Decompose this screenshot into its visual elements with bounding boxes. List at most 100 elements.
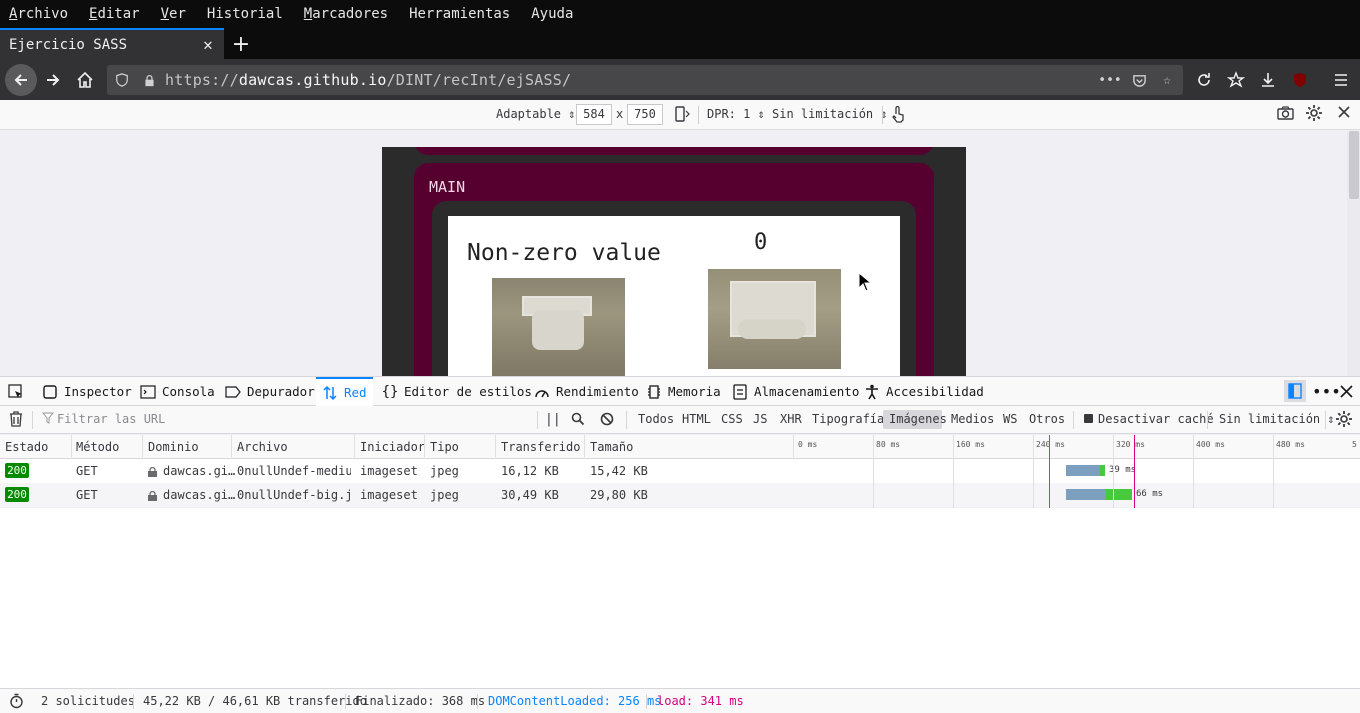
load-marker: [1134, 435, 1135, 508]
dpr-selector[interactable]: DPR: 1 ⇕: [707, 107, 765, 121]
arrow-left-icon: [14, 74, 27, 86]
page-frame: MAIN Non-zero value 0: [382, 147, 966, 376]
col-status[interactable]: Estado: [5, 440, 48, 454]
network-throttle-selector[interactable]: Sin limitación ⇕: [1219, 412, 1335, 426]
more-icon[interactable]: •••: [1098, 71, 1121, 89]
menu-herramientas[interactable]: Herramientas: [409, 6, 510, 22]
filter-type-media[interactable]: Medios: [951, 412, 994, 426]
url-bar[interactable]: https://dawcas.github.io/DINT/recInt/ejS…: [107, 65, 1183, 95]
toilet-paper-photo-full: [492, 278, 625, 376]
col-method[interactable]: Método: [76, 440, 119, 454]
picker-icon: [8, 383, 24, 400]
menu-bar: Archivo Editar Ver Historial Marcadores …: [0, 0, 1360, 28]
gear-icon[interactable]: [1305, 104, 1323, 125]
disable-cache-checkbox[interactable]: [1084, 414, 1093, 423]
tab-inspector[interactable]: Inspector: [42, 377, 132, 406]
reload-icon: [1198, 73, 1210, 86]
more-options-icon[interactable]: •••: [1312, 377, 1341, 406]
filter-urls-input[interactable]: Filtrar las URL: [57, 412, 165, 426]
col-size[interactable]: Tamaño: [590, 440, 633, 454]
network-settings-gear-icon[interactable]: [1335, 410, 1353, 431]
menu-historial[interactable]: Historial: [207, 6, 283, 22]
menu-marcadores[interactable]: Marcadores: [304, 6, 388, 22]
close-devtools-icon[interactable]: [1340, 377, 1353, 406]
menu-ver[interactable]: Ver: [161, 6, 186, 22]
viewport-scrollbar[interactable]: [1347, 131, 1360, 376]
timeline-gridline: [953, 435, 954, 508]
dimension-separator: x: [616, 107, 624, 121]
menu-editar[interactable]: Editar: [89, 6, 140, 22]
forward-button[interactable]: [38, 65, 68, 95]
tab-title: Ejercicio SASS: [9, 36, 128, 53]
close-icon[interactable]: [1337, 105, 1351, 122]
dock-icon: [1288, 383, 1302, 399]
back-button[interactable]: [5, 64, 37, 96]
timeline-tick: 240 ms: [1036, 440, 1065, 449]
dock-side-button[interactable]: [1284, 380, 1306, 402]
viewport-width-input[interactable]: 584: [576, 104, 612, 125]
col-initiator[interactable]: Iniciador: [360, 440, 425, 454]
device-selector[interactable]: Adaptable ⇕: [496, 107, 575, 121]
tab-memory[interactable]: Memoria: [646, 377, 721, 406]
table-row[interactable]: 200 GET dawcas.gi… 0nullUndef-big.jpg im…: [0, 483, 1360, 507]
timing-bar-receiving: [1100, 465, 1105, 476]
scrollbar-thumb[interactable]: [1349, 131, 1359, 199]
tab-console[interactable]: Consola: [140, 377, 215, 406]
search-icon[interactable]: [571, 412, 585, 429]
filter-type-all[interactable]: Todos: [638, 412, 674, 426]
tab-accessibility[interactable]: Accesibilidad: [864, 377, 984, 406]
pocket-icon[interactable]: [1130, 71, 1148, 89]
row-initiator: imageset: [360, 488, 418, 502]
lock-icon[interactable]: [140, 71, 158, 89]
tab-network[interactable]: Red: [316, 377, 373, 406]
browser-tab[interactable]: Ejercicio SASS ✕: [0, 28, 224, 59]
filter-type-images[interactable]: Imágenes: [889, 412, 947, 426]
rotate-icon[interactable]: [674, 105, 690, 126]
element-picker-button[interactable]: [8, 377, 30, 406]
filter-type-xhr[interactable]: XHR: [780, 412, 802, 426]
menu-archivo[interactable]: Archivo: [9, 6, 68, 22]
filter-type-css[interactable]: CSS: [721, 412, 743, 426]
tab-style-editor[interactable]: {} Editor de estilos: [382, 377, 532, 406]
throttle-selector[interactable]: Sin limitación ⇕: [772, 107, 888, 121]
touch-simulation-icon[interactable]: [890, 105, 906, 126]
close-icon[interactable]: ✕: [198, 35, 218, 55]
pause-icon[interactable]: ||: [545, 412, 561, 427]
home-button[interactable]: [70, 65, 100, 95]
filter-type-js[interactable]: JS: [753, 412, 767, 426]
menu-ayuda[interactable]: Ayuda: [531, 6, 573, 22]
table-row[interactable]: 200 GET dawcas.gi… 0nullUndef-medium… im…: [0, 459, 1360, 483]
bookmarks-library-button[interactable]: [1221, 65, 1251, 95]
timeline-tick: 480 ms: [1276, 440, 1305, 449]
col-transferred[interactable]: Transferido: [501, 440, 580, 454]
lock-icon: [148, 466, 157, 480]
star-icon[interactable]: ☆: [1158, 71, 1176, 89]
block-icon[interactable]: [600, 412, 614, 429]
filter-type-html[interactable]: HTML: [682, 412, 711, 426]
col-file[interactable]: Archivo: [237, 440, 288, 454]
shield-icon[interactable]: [113, 71, 131, 89]
debugger-icon: [225, 384, 241, 400]
tab-performance[interactable]: Rendimiento: [534, 377, 639, 406]
filter-type-ws[interactable]: WS: [1003, 412, 1017, 426]
timeline-gridline: [1113, 435, 1114, 508]
stopwatch-icon[interactable]: [9, 693, 24, 712]
url-text[interactable]: https://dawcas.github.io/DINT/recInt/ejS…: [165, 71, 571, 89]
tab-storage[interactable]: Almacenamiento: [732, 377, 859, 406]
filter-type-other[interactable]: Otros: [1029, 412, 1065, 426]
ublock-extension-button[interactable]: [1285, 65, 1315, 95]
col-domain[interactable]: Dominio: [148, 440, 199, 454]
new-tab-button[interactable]: +: [228, 31, 254, 57]
tab-debugger[interactable]: Depurador: [225, 377, 315, 406]
timeline-gridline: [1273, 435, 1274, 508]
app-menu-button[interactable]: [1326, 65, 1356, 95]
trash-icon[interactable]: [9, 411, 23, 430]
row-domain: dawcas.gi…: [163, 488, 236, 502]
filter-type-fonts[interactable]: Tipografía: [812, 412, 884, 426]
viewport-height-input[interactable]: 750: [627, 104, 663, 125]
col-type[interactable]: Tipo: [430, 440, 459, 454]
reload-button[interactable]: [1189, 65, 1219, 95]
screenshot-icon[interactable]: [1277, 105, 1294, 124]
row-time: 66 ms: [1136, 489, 1164, 499]
downloads-button[interactable]: [1253, 65, 1283, 95]
